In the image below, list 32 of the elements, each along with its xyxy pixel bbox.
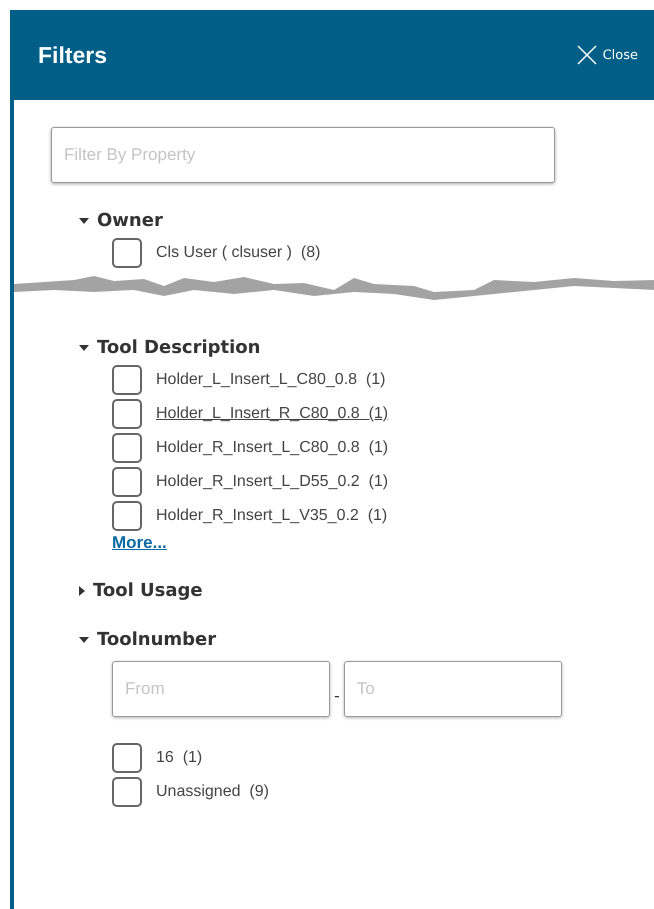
filter-option-label[interactable]: Holder_R_Insert_L_D55_0.2 (1)	[156, 473, 388, 491]
filter-option-label[interactable]: Holder_L_Insert_L_C80_0.8 (1)	[156, 371, 386, 389]
filter-option-label[interactable]: Unassigned (9)	[156, 783, 269, 801]
section-header[interactable]: Tool Description	[51, 336, 266, 359]
filter-option-label[interactable]: Holder_R_Insert_L_V35_0.2 (1)	[156, 507, 388, 525]
filter-option-label[interactable]: Cls User ( clsuser ) (8)	[156, 244, 320, 262]
filter-option-label[interactable]: Holder_R_Insert_L_C80_0.8 (1)	[156, 439, 388, 457]
panel-title: Filters	[38, 42, 108, 68]
section-header[interactable]: Toolnumber	[51, 628, 222, 651]
filter-option-label[interactable]: Holder_L_Insert_R_C80_0.8 (1)	[156, 405, 388, 423]
search-field[interactable]: Filter By Property	[51, 127, 555, 183]
checkbox[interactable]	[112, 433, 142, 463]
caret-down-icon	[79, 218, 89, 224]
checkbox[interactable]	[112, 238, 142, 268]
from-field[interactable]: From	[112, 661, 330, 717]
caret-right-icon	[79, 586, 85, 596]
close-icon	[576, 45, 597, 65]
checkbox[interactable]	[112, 467, 142, 497]
section-header[interactable]: Owner	[51, 209, 169, 232]
checkbox[interactable]	[112, 777, 142, 807]
close-button[interactable]: Close	[574, 43, 640, 67]
checkbox[interactable]	[112, 399, 142, 429]
checkbox[interactable]	[112, 743, 142, 773]
checkbox[interactable]	[112, 365, 142, 395]
to-field[interactable]: To	[344, 661, 562, 717]
more-link[interactable]: More...	[112, 533, 167, 553]
filter-option-label[interactable]: 16 (1)	[156, 749, 202, 767]
range-separator: -	[334, 684, 340, 704]
section-header[interactable]: Tool Usage	[51, 579, 209, 602]
caret-down-icon	[79, 344, 89, 350]
caret-down-icon	[79, 636, 89, 642]
checkbox[interactable]	[112, 501, 142, 531]
